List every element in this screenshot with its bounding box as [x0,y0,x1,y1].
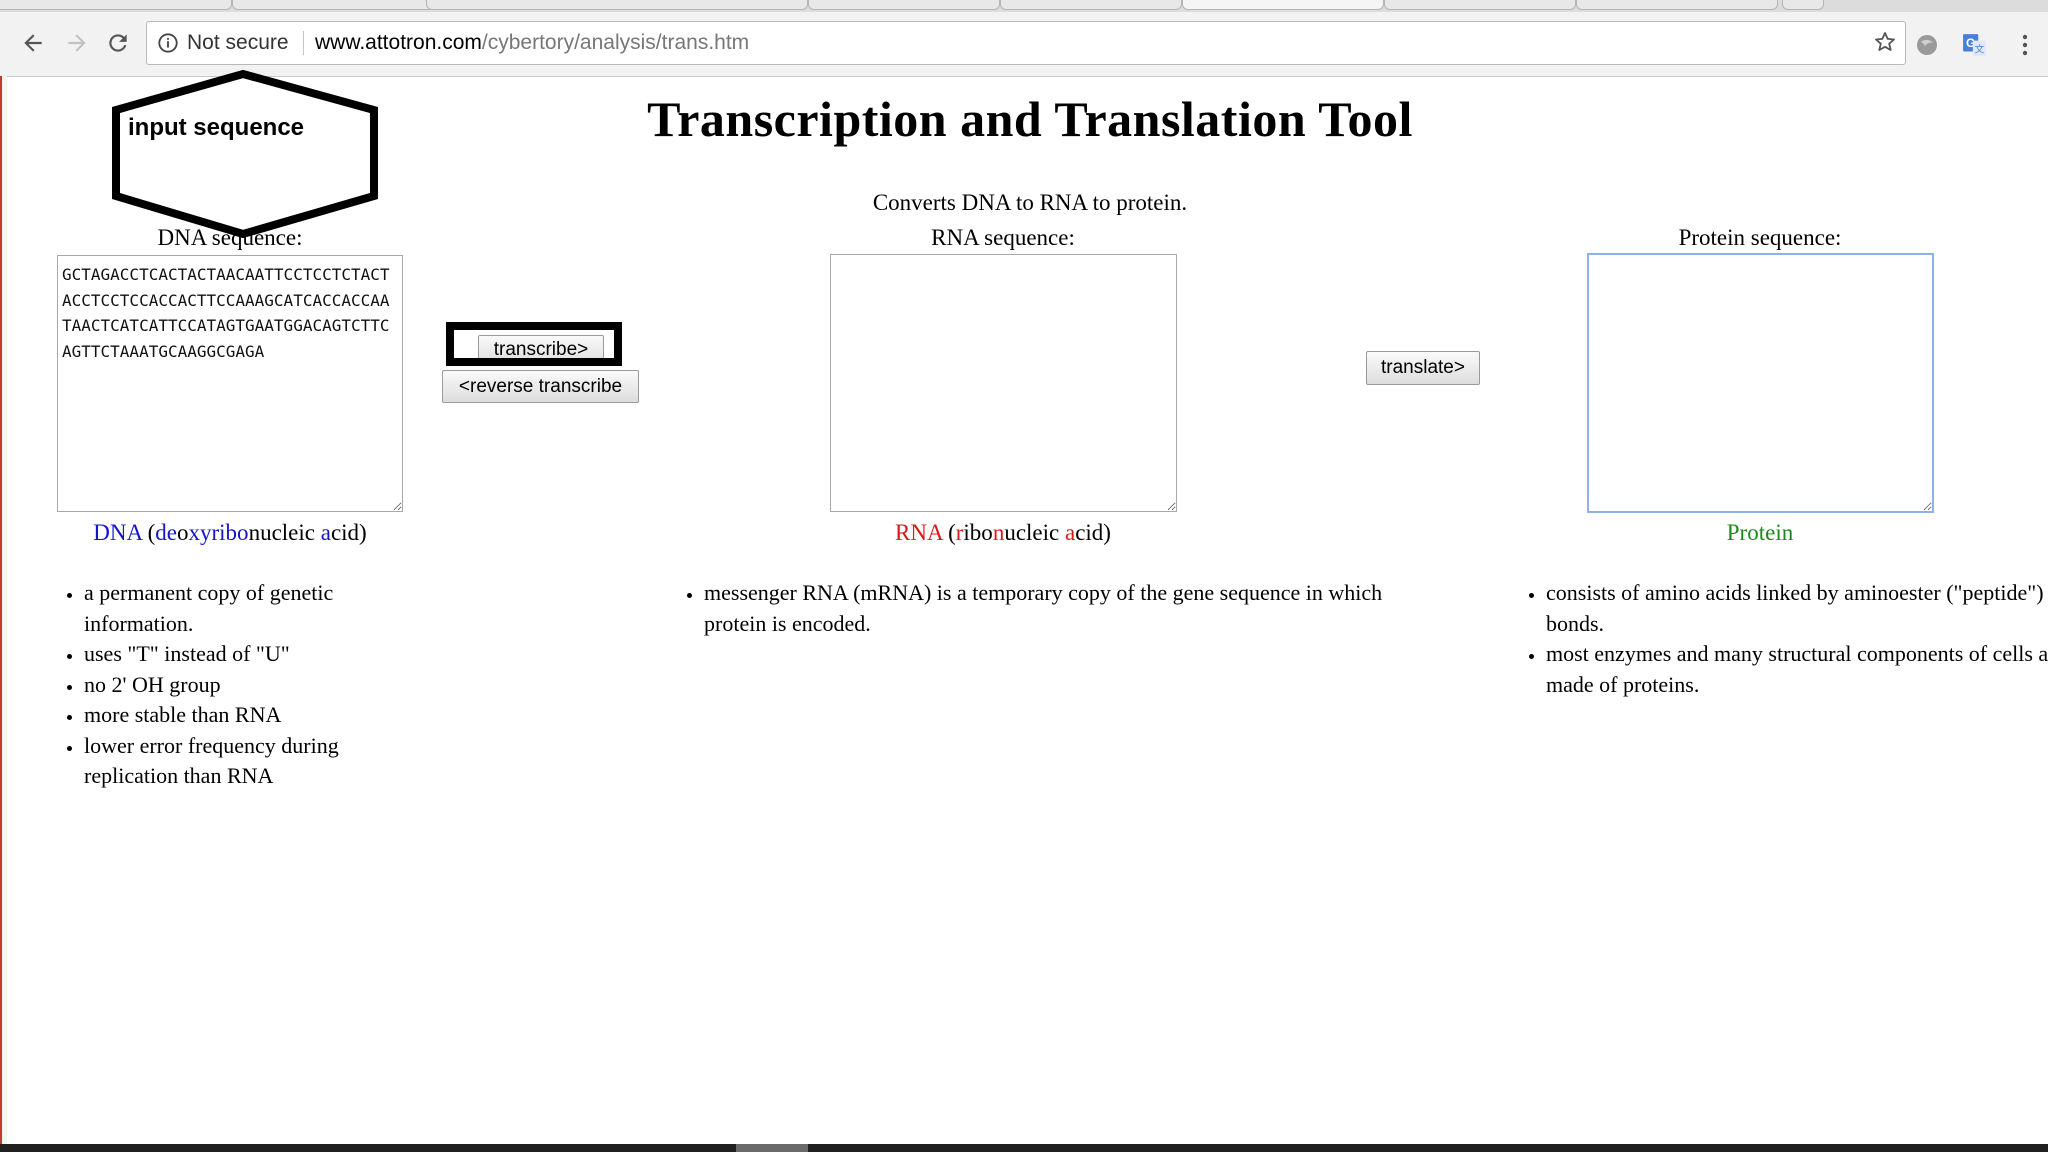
list-item: no 2' OH group [84,670,404,701]
extension-button[interactable] [1914,32,1940,58]
dna-abbr: DNA [93,520,142,545]
translate-extension-icon: G文 [1963,34,1986,56]
list-item: lower error frequency during replication… [84,731,404,792]
list-item: most enzymes and many structural compone… [1546,639,2048,700]
kebab-menu-icon [2022,34,2028,56]
dna-caption-text: n [248,520,261,545]
list-item: uses "T" instead of "U" [84,639,404,670]
back-arrow-icon [24,34,42,52]
protein-sequence-output[interactable] [1587,253,1934,513]
dna-caption: DNA (deoxyribonucleic acid) [57,520,403,546]
reverse-transcribe-button[interactable]: <reverse transcribe [442,370,639,403]
svg-text:文: 文 [1974,43,1984,56]
security-label: Not secure [187,31,289,54]
rna-caption-highlight: a [1064,520,1076,545]
list-item: more stable than RNA [84,700,404,731]
browser-tab[interactable] [1384,0,1576,10]
browser-toolbar: Not secure www.attotron.com/cybertory/an… [0,12,2048,77]
browser-tab[interactable] [0,0,232,10]
browser-tab-active[interactable] [1182,0,1384,10]
rna-caption-text: ( [942,520,956,545]
scrollbar-thumb[interactable] [736,1144,808,1152]
dna-caption-text: ( [141,520,156,545]
annotation-label: input sequence [128,114,305,141]
dna-caption-highlight: xyribo [188,520,249,545]
annotation-highlight-box [446,322,622,366]
dna-caption-text: ucleic [260,520,321,545]
back-button[interactable] [16,26,50,60]
omnibox-divider [303,31,304,55]
protein-sequence-label: Protein sequence: [1678,225,1842,250]
info-icon [158,33,178,53]
browser-tab[interactable] [1576,0,1778,10]
url-path: /cybertory/analysis/trans.htm [481,31,750,54]
dna-caption-highlight: de [155,520,177,545]
rna-sequence-output[interactable] [830,254,1177,512]
rna-caption-text: cid) [1075,520,1111,545]
star-icon [1875,32,1895,51]
list-item: consists of amino acids linked by aminoe… [1546,578,2048,639]
bookmark-star-button[interactable] [1873,30,1897,60]
window-left-edge [0,76,7,1146]
tab-strip [0,0,2048,12]
rna-caption-highlight: n [992,520,1005,545]
forward-button[interactable] [60,26,94,60]
forward-arrow-icon [68,34,86,52]
annotation-hexagon [112,70,378,239]
protein-caption: Protein [1726,520,1794,545]
browser-tab[interactable] [426,0,808,10]
url-text[interactable]: www.attotron.com/cybertory/analysis/tran… [315,22,749,64]
dna-caption-highlight: a [320,520,331,545]
rna-caption-text: ucleic [1004,520,1065,545]
browser-menu-button[interactable] [2012,32,2038,58]
rna-abbr: RNA [895,520,943,545]
browser-tab[interactable] [1000,0,1182,10]
dna-facts-list: a permanent copy of genetic information.… [58,578,404,792]
dna-caption-text: cid) [330,520,367,545]
translate-button[interactable]: translate> [1366,351,1480,385]
address-bar[interactable]: Not secure www.attotron.com/cybertory/an… [146,21,1906,65]
new-tab-button[interactable] [1782,0,1824,10]
protein-facts-list: consists of amino acids linked by aminoe… [1520,578,2048,700]
browser-tab[interactable] [232,0,434,10]
extension-icon [1917,35,1937,55]
url-host: www.attotron.com [315,31,482,54]
reload-button[interactable] [101,26,135,60]
list-item: a permanent copy of genetic information. [84,578,404,639]
list-item: messenger RNA (mRNA) is a temporary copy… [704,578,1404,639]
translate-extension-button[interactable]: G文 [1962,32,1988,58]
site-security-chip[interactable]: Not secure [157,22,289,64]
rna-caption: RNA (ribonucleic acid) [830,520,1176,546]
dna-caption-text: o [177,520,189,545]
rna-sequence-label: RNA sequence: [931,225,1075,250]
browser-tab[interactable] [808,0,1000,10]
dna-sequence-input[interactable]: GCTAGACCTCACTACTAACAATTCCTCCTCTACTACCTCC… [57,255,403,512]
rna-facts-list: messenger RNA (mRNA) is a temporary copy… [678,578,1404,639]
rna-caption-text: ibo [963,520,993,545]
horizontal-scrollbar[interactable] [0,1144,2048,1152]
reload-icon [109,34,127,52]
